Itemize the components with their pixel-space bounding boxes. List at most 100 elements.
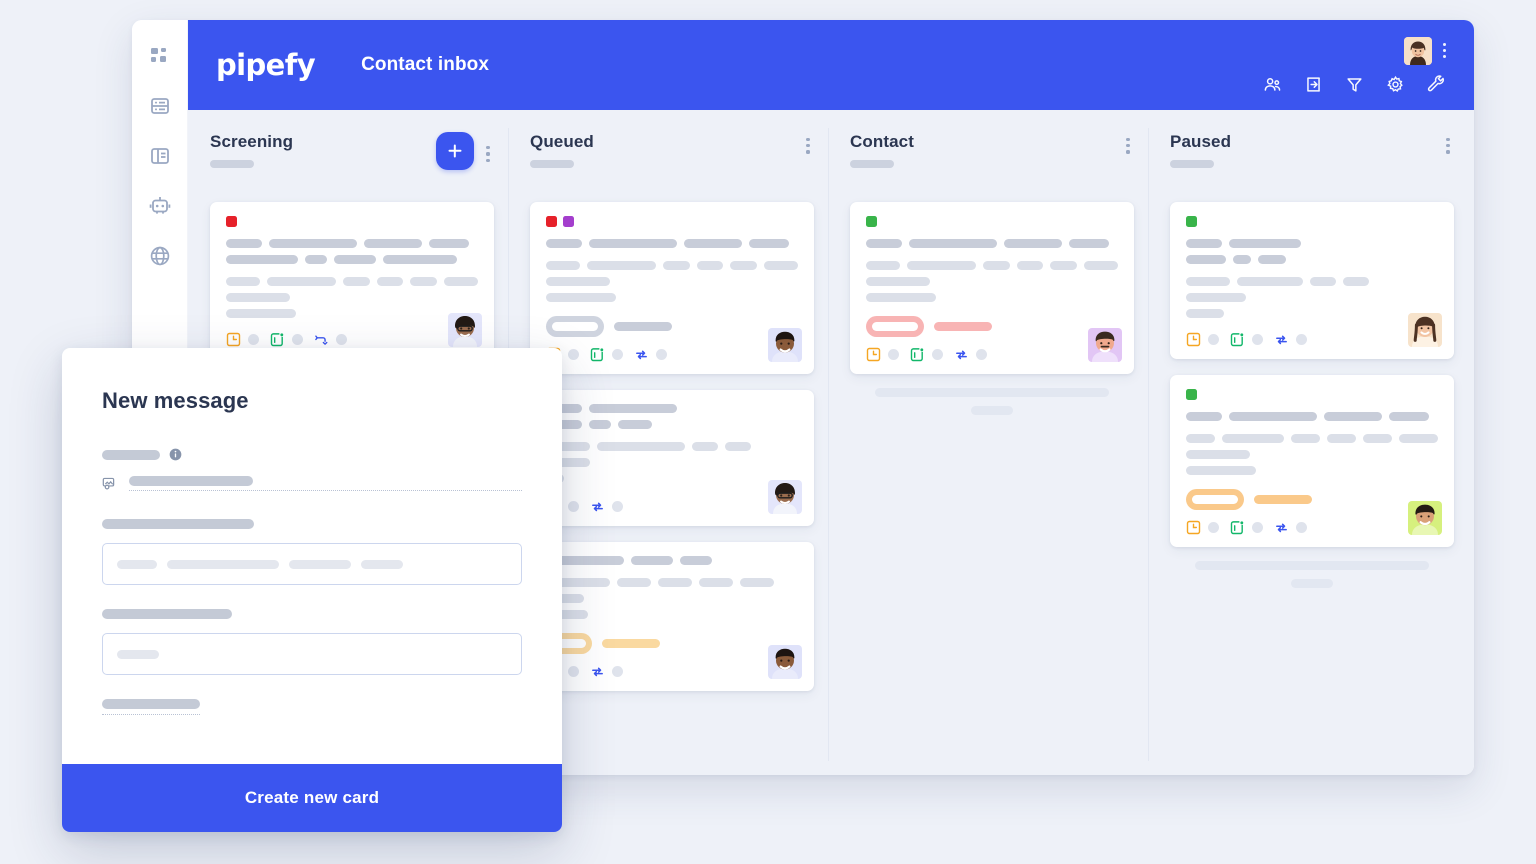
field-value-input[interactable] — [129, 476, 522, 491]
card-labels — [226, 216, 478, 227]
column-subtitle-placeholder — [530, 160, 574, 168]
sync-icon[interactable] — [1274, 332, 1289, 347]
column-menu-icon[interactable] — [486, 140, 490, 162]
card-labels — [1186, 216, 1438, 227]
card-tag-bar — [602, 639, 660, 648]
calendar-plus-icon[interactable] — [1230, 332, 1245, 347]
members-icon[interactable] — [1263, 75, 1282, 94]
sync-icon[interactable] — [590, 664, 605, 679]
column-subtitle-placeholder — [850, 160, 894, 168]
card-footer — [226, 332, 478, 347]
filter-icon[interactable] — [1345, 75, 1364, 94]
sync-icon[interactable] — [1274, 520, 1289, 535]
column-header: Paused — [1170, 132, 1454, 182]
card-footer — [866, 347, 1118, 362]
field-label-placeholder — [102, 519, 254, 529]
calendar-plus-icon[interactable] — [910, 347, 925, 362]
field-label-placeholder — [102, 609, 232, 619]
card-label-purple — [563, 216, 574, 227]
column-header: Screening — [210, 132, 494, 182]
card-footer — [1186, 520, 1438, 535]
inbox-arrow-icon[interactable] — [1304, 75, 1323, 94]
kanban-card[interactable] — [210, 202, 494, 359]
card-meta-dot — [932, 349, 943, 360]
message-body-input[interactable] — [102, 543, 522, 585]
app-header: pipefy Contact inbox — [188, 20, 1474, 110]
avatar[interactable] — [1404, 36, 1432, 65]
card-tag-row — [546, 316, 798, 337]
card-assignee-avatar[interactable] — [1408, 501, 1442, 535]
card-labels — [866, 216, 1118, 227]
robot-icon[interactable] — [148, 194, 172, 218]
card-assignee-avatar[interactable] — [448, 313, 482, 347]
calendar-plus-icon[interactable] — [270, 332, 285, 347]
flow-icon[interactable] — [314, 332, 329, 347]
kanban-card[interactable] — [530, 202, 814, 374]
card-drop-placeholder — [850, 374, 1134, 419]
field-label-row — [102, 448, 522, 461]
card-footer — [546, 347, 798, 362]
column-title: Paused — [1170, 132, 1232, 151]
add-card-button[interactable] — [436, 132, 474, 170]
header-account-row — [1404, 36, 1446, 65]
card-meta-dot — [568, 501, 579, 512]
layout-panel-icon[interactable] — [148, 144, 172, 168]
card-assignee-avatar[interactable] — [768, 328, 802, 362]
grid-dashboard-icon[interactable] — [148, 44, 172, 68]
sync-icon[interactable] — [590, 499, 605, 514]
card-assignee-avatar[interactable] — [768, 480, 802, 514]
card-assignee-avatar[interactable] — [1408, 313, 1442, 347]
clock-icon[interactable] — [226, 332, 241, 347]
pipefy-logo[interactable]: pipefy — [216, 50, 316, 80]
card-tag-pill — [866, 316, 924, 337]
card-meta-dot — [248, 334, 259, 345]
kanban-card[interactable] — [1170, 202, 1454, 359]
column-subtitle-placeholder — [1170, 160, 1214, 168]
sync-icon[interactable] — [634, 347, 649, 362]
kanban-card[interactable] — [1170, 375, 1454, 547]
column-menu-icon[interactable] — [1126, 132, 1130, 154]
field-label-placeholder — [102, 699, 200, 709]
card-meta-dot — [976, 349, 987, 360]
clock-icon[interactable] — [1186, 520, 1201, 535]
card-meta-dot — [1252, 522, 1263, 533]
clock-icon[interactable] — [866, 347, 881, 362]
clock-icon[interactable] — [1186, 332, 1201, 347]
column-header: Contact — [850, 132, 1134, 182]
field-value-row[interactable] — [102, 476, 522, 491]
card-assignee-avatar[interactable] — [1088, 328, 1122, 362]
card-meta-dot — [612, 501, 623, 512]
calendar-plus-icon[interactable] — [1230, 520, 1245, 535]
card-tag-bar — [1254, 495, 1312, 504]
card-assignee-avatar[interactable] — [768, 645, 802, 679]
column-menu-icon[interactable] — [1446, 132, 1450, 154]
subject-input[interactable] — [102, 633, 522, 675]
wrench-icon[interactable] — [1427, 74, 1446, 94]
column-subtitle-placeholder — [210, 160, 254, 168]
info-icon[interactable] — [169, 448, 182, 461]
sync-icon[interactable] — [954, 347, 969, 362]
kanban-card[interactable] — [530, 390, 814, 526]
column-cards — [530, 202, 814, 691]
card-label-red — [226, 216, 237, 227]
globe-icon[interactable] — [148, 244, 172, 268]
column-menu-icon[interactable] — [806, 132, 810, 154]
card-meta-dot — [888, 349, 899, 360]
page-title: Contact inbox — [361, 54, 490, 75]
card-footer — [1186, 332, 1438, 347]
card-meta-dot — [568, 349, 579, 360]
database-icon[interactable] — [148, 94, 172, 118]
calendar-plus-icon[interactable] — [590, 347, 605, 362]
kanban-card[interactable] — [530, 542, 814, 691]
card-label-green — [866, 216, 877, 227]
kanban-card[interactable] — [850, 202, 1134, 374]
card-meta-dot — [292, 334, 303, 345]
gear-icon[interactable] — [1386, 75, 1405, 94]
card-tag-bar — [614, 322, 672, 331]
extra-field-input[interactable] — [102, 699, 200, 715]
modal-field-two — [102, 519, 522, 585]
modal-title: New message — [102, 388, 249, 413]
more-options-icon[interactable] — [1442, 43, 1446, 58]
field-value-placeholder — [129, 476, 253, 486]
create-new-card-button[interactable]: Create new card — [62, 764, 562, 832]
